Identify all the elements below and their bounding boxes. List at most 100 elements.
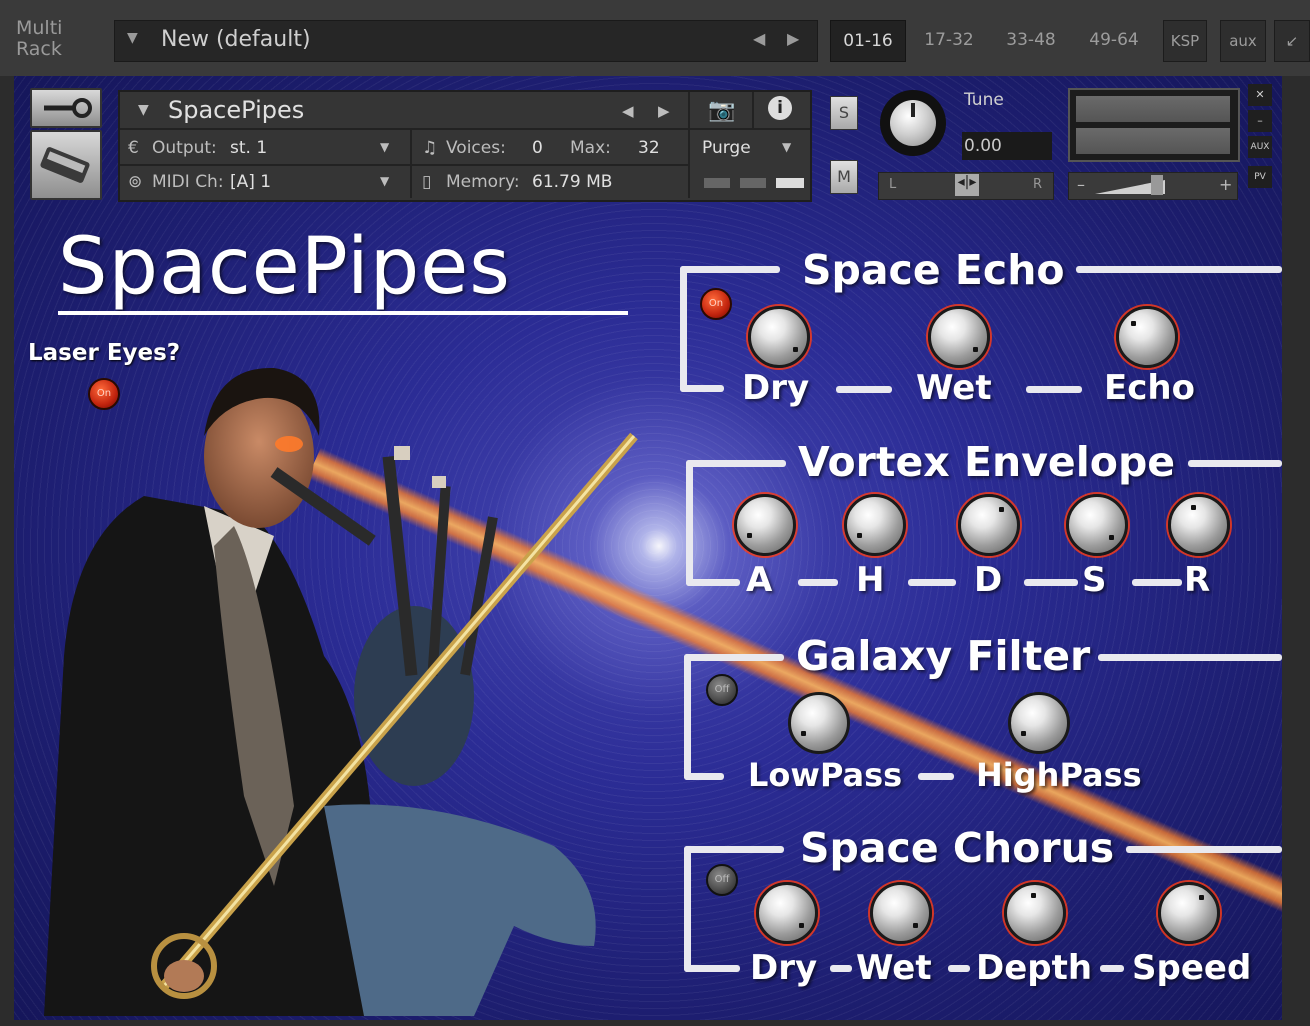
- output-value[interactable]: st. 1: [230, 138, 267, 158]
- space-chorus-frame-top-left: [684, 846, 784, 853]
- camera-icon[interactable]: 📷: [708, 98, 735, 123]
- galaxy-filter-highpass-knob[interactable]: [1008, 692, 1070, 754]
- memory-label: Memory:: [446, 172, 520, 192]
- multi-preset-selector[interactable]: ▼ New (default) ◀ ▶: [114, 20, 818, 62]
- space-echo-frame-left: [680, 266, 687, 392]
- space-chorus-connector-2: [948, 965, 970, 972]
- space-chorus-dry-label: Dry: [750, 948, 818, 988]
- envelope-attack-knob[interactable]: [734, 494, 796, 556]
- instrument-icon: [30, 130, 102, 200]
- envelope-decay-knob[interactable]: [958, 494, 1020, 556]
- page-tab-17-32[interactable]: 17-32: [912, 20, 986, 60]
- space-chorus-wet-knob[interactable]: [870, 882, 932, 944]
- bagpiper-image: [44, 367, 638, 1016]
- pan-handle[interactable]: ◂|▸: [955, 174, 979, 196]
- minimize-instrument-icon[interactable]: –: [1248, 110, 1272, 132]
- page-tab-33-48[interactable]: 33-48: [994, 20, 1068, 60]
- space-chorus-title: Space Chorus: [800, 824, 1115, 872]
- purge-dropdown-icon[interactable]: ▼: [782, 140, 791, 154]
- knob-indicator: [913, 923, 918, 928]
- laser-eyes-toggle[interactable]: On: [88, 378, 120, 410]
- meter-left-bar: [1076, 96, 1230, 122]
- kontakt-top-bar: Multi Rack ▼ New (default) ◀ ▶ 01-16 17-…: [0, 0, 1310, 76]
- knob-indicator: [1191, 505, 1196, 510]
- midi-icon: ⊚: [128, 172, 143, 192]
- instrument-prev-icon[interactable]: ◀: [622, 102, 634, 120]
- tune-label: Tune: [964, 90, 1004, 110]
- envelope-release-label: R: [1184, 560, 1211, 600]
- close-instrument-icon[interactable]: ✕: [1248, 84, 1272, 106]
- galaxy-filter-connector: [918, 773, 954, 780]
- tune-value[interactable]: 0.00: [962, 132, 1052, 160]
- envelope-release-knob[interactable]: [1168, 494, 1230, 556]
- galaxy-filter-highpass-label: HighPass: [976, 756, 1142, 794]
- vortex-envelope-title: Vortex Envelope: [798, 438, 1176, 486]
- info-icon[interactable]: i: [768, 96, 792, 120]
- galaxy-filter-lowpass-knob[interactable]: [788, 692, 850, 754]
- max-voices-value[interactable]: 32: [638, 138, 660, 158]
- minimize-rack-icon[interactable]: ↙: [1274, 20, 1310, 62]
- midi-dropdown-icon[interactable]: ▼: [380, 174, 389, 188]
- galaxy-filter-frame-top-right: [1098, 654, 1282, 661]
- knob-indicator: [857, 533, 862, 538]
- mute-button[interactable]: M: [830, 160, 858, 194]
- aux-button[interactable]: aux: [1220, 20, 1266, 62]
- midi-channel-value[interactable]: [A] 1: [230, 172, 271, 192]
- space-echo-echo-label: Echo: [1104, 368, 1195, 408]
- page-tab-01-16[interactable]: 01-16: [830, 20, 906, 62]
- space-echo-connector-2: [1026, 386, 1082, 393]
- vortex-connector-1: [798, 579, 838, 586]
- instrument-dropdown-icon[interactable]: ▼: [138, 102, 149, 118]
- space-chorus-connector-3: [1100, 965, 1124, 972]
- instrument-name[interactable]: SpacePipes: [168, 96, 304, 124]
- output-level-meter: [1068, 88, 1240, 162]
- preset-next-icon[interactable]: ▶: [787, 29, 799, 48]
- space-chorus-dry-knob[interactable]: [756, 882, 818, 944]
- midi-channel-label: MIDI Ch:: [152, 172, 224, 192]
- divider: [752, 92, 754, 128]
- max-label: Max:: [570, 138, 611, 158]
- knob-indicator: [999, 507, 1004, 512]
- title-underline: [58, 311, 628, 315]
- vortex-connector-3: [1024, 579, 1078, 586]
- envelope-sustain-knob[interactable]: [1066, 494, 1128, 556]
- pan-slider[interactable]: L ◂|▸ R: [878, 172, 1054, 200]
- tune-knob-indicator: [911, 103, 915, 117]
- space-chorus-depth-knob[interactable]: [1004, 882, 1066, 944]
- space-chorus-frame-left: [684, 846, 691, 972]
- pv-button[interactable]: PV: [1248, 166, 1272, 188]
- space-echo-frame-bottom: [680, 385, 724, 392]
- space-echo-echo-knob[interactable]: [1116, 306, 1178, 368]
- ksp-button[interactable]: KSP: [1163, 20, 1207, 62]
- pan-right-label: R: [1033, 177, 1043, 192]
- memory-value: 61.79 MB: [532, 172, 613, 192]
- aux-send-button[interactable]: AUX: [1248, 136, 1272, 158]
- volume-plus-icon: +: [1219, 175, 1233, 194]
- preset-dropdown-icon[interactable]: ▼: [127, 30, 138, 46]
- space-echo-dry-knob[interactable]: [748, 306, 810, 368]
- space-chorus-speed-knob[interactable]: [1158, 882, 1220, 944]
- preset-prev-icon[interactable]: ◀: [753, 29, 765, 48]
- volume-slider[interactable]: – +: [1068, 172, 1238, 200]
- space-echo-wet-knob[interactable]: [928, 306, 990, 368]
- envelope-hold-knob[interactable]: [844, 494, 906, 556]
- purge-indicator-3: [776, 178, 804, 188]
- space-echo-frame-top-right: [1076, 266, 1282, 273]
- instrument-next-icon[interactable]: ▶: [658, 102, 670, 120]
- purge-indicator-1: [704, 178, 730, 188]
- wrench-icon[interactable]: [30, 88, 102, 128]
- space-chorus-toggle[interactable]: Off: [706, 864, 738, 896]
- output-dropdown-icon[interactable]: ▼: [380, 140, 389, 154]
- galaxy-filter-toggle[interactable]: Off: [706, 674, 738, 706]
- page-tab-49-64[interactable]: 49-64: [1076, 20, 1152, 60]
- envelope-sustain-label: S: [1082, 560, 1107, 600]
- tune-knob[interactable]: [880, 90, 946, 156]
- divider: [120, 128, 810, 130]
- space-echo-toggle[interactable]: On: [700, 288, 732, 320]
- purge-label[interactable]: Purge: [702, 138, 751, 158]
- solo-button[interactable]: S: [830, 96, 858, 130]
- space-echo-wet-label: Wet: [916, 368, 992, 408]
- knob-indicator: [799, 923, 804, 928]
- laser-eyes-label: Laser Eyes?: [28, 340, 181, 366]
- volume-handle[interactable]: [1151, 175, 1163, 195]
